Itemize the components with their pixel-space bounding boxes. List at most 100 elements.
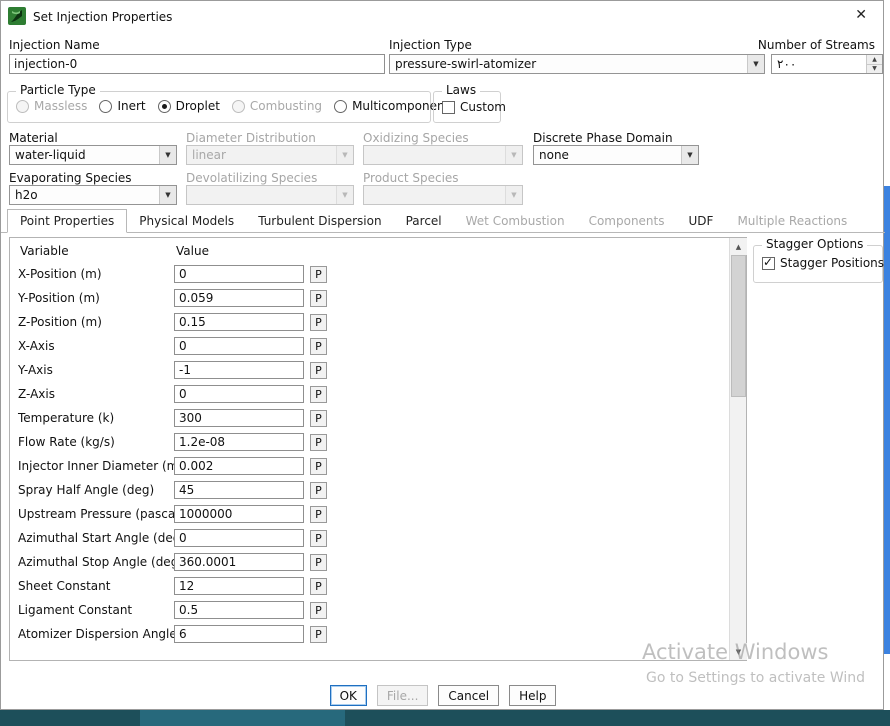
- scrollbar-thumb[interactable]: [731, 255, 746, 397]
- stagger-positions-checkbox[interactable]: ✓ Stagger Positions: [762, 255, 884, 270]
- tab-udf[interactable]: UDF: [677, 210, 726, 232]
- number-of-streams-label: Number of Streams: [757, 38, 875, 52]
- parameter-button[interactable]: P: [310, 529, 327, 547]
- variable-label: Y-Axis: [18, 363, 53, 377]
- stagger-options-group: Stagger Options ✓ Stagger Positions: [753, 237, 884, 283]
- laws-legend: Laws: [442, 83, 481, 97]
- value-input[interactable]: [174, 433, 304, 451]
- file-button: File...: [376, 685, 429, 706]
- number-of-streams-spinner[interactable]: ٢٠٠ ▲ ▼: [771, 54, 883, 74]
- value-input[interactable]: [174, 289, 304, 307]
- radio-label: Inert: [117, 99, 146, 113]
- tab-point-properties[interactable]: Point Properties: [7, 209, 128, 233]
- value-input[interactable]: [174, 577, 304, 595]
- discrete-phase-domain-value: none: [539, 148, 569, 162]
- parameter-button[interactable]: P: [310, 577, 327, 595]
- scroll-down-icon[interactable]: ▼: [730, 643, 747, 660]
- parameter-button[interactable]: P: [310, 481, 327, 499]
- close-icon[interactable]: ✕: [855, 8, 867, 22]
- dialog-footer: OK File... Cancel Help: [1, 685, 885, 706]
- chevron-down-icon: ▼: [336, 186, 353, 204]
- parameter-button[interactable]: P: [310, 553, 327, 571]
- evaporating-species-value: h2o: [15, 188, 38, 202]
- table-row: Temperature (k) P: [10, 406, 728, 430]
- vertical-scrollbar[interactable]: ▲ ▼: [729, 238, 747, 660]
- table-row: Z-Axis P: [10, 382, 728, 406]
- radio-inert[interactable]: Inert: [99, 99, 146, 113]
- ok-button[interactable]: OK: [329, 685, 367, 706]
- radio-droplet[interactable]: Droplet: [157, 99, 220, 113]
- spin-down-icon[interactable]: ▼: [867, 64, 882, 73]
- value-input[interactable]: [174, 505, 304, 523]
- radio-combusting[interactable]: Combusting: [231, 99, 322, 113]
- help-button[interactable]: Help: [509, 685, 557, 706]
- value-input[interactable]: [174, 337, 304, 355]
- material-select[interactable]: water-liquid ▼: [9, 145, 177, 165]
- evaporating-species-select[interactable]: h2o ▼: [9, 185, 177, 205]
- value-input[interactable]: [174, 529, 304, 547]
- value-input[interactable]: [174, 409, 304, 427]
- value-input[interactable]: [174, 265, 304, 283]
- material-label: Material: [9, 131, 58, 145]
- scroll-up-icon[interactable]: ▲: [730, 238, 747, 255]
- tab-parcel[interactable]: Parcel: [394, 210, 454, 232]
- variable-label: Azimuthal Stop Angle (deg): [18, 555, 183, 569]
- diameter-distribution-value: linear: [192, 148, 226, 162]
- set-injection-properties-dialog: Set Injection Properties ✕ Injection Nam…: [0, 0, 885, 710]
- radio-icon: [334, 99, 348, 113]
- discrete-phase-domain-select[interactable]: none ▼: [533, 145, 699, 165]
- tab-multiple-reactions: Multiple Reactions: [737, 214, 848, 228]
- table-row: Z-Position (m) P: [10, 310, 728, 334]
- parameter-button[interactable]: P: [310, 265, 327, 283]
- parameter-button[interactable]: P: [310, 625, 327, 643]
- value-input[interactable]: [174, 481, 304, 499]
- particle-type-radios: Massless Inert Droplet Combusting Multic…: [16, 99, 449, 113]
- parameter-button[interactable]: P: [310, 361, 327, 379]
- parameter-button[interactable]: P: [310, 433, 327, 451]
- parameter-button[interactable]: P: [310, 601, 327, 619]
- value-column-header: Value: [176, 244, 209, 258]
- injection-name-input[interactable]: [9, 54, 385, 74]
- table-row: X-Position (m) P: [10, 262, 728, 286]
- fluent-icon: [8, 7, 26, 25]
- table-row: Atomizer Dispersion Angle P: [10, 622, 728, 646]
- cancel-button[interactable]: Cancel: [438, 685, 500, 706]
- variable-label: Injector Inner Diameter (m): [18, 459, 184, 473]
- oxidizing-species-label: Oxidizing Species: [363, 131, 469, 145]
- parameter-button[interactable]: P: [310, 313, 327, 331]
- variable-label: X-Position (m): [18, 267, 102, 281]
- injection-type-select[interactable]: pressure-swirl-atomizer ▼: [389, 54, 765, 74]
- table-row: Azimuthal Start Angle (deg) P: [10, 526, 728, 550]
- radio-massless[interactable]: Massless: [16, 99, 87, 113]
- value-input[interactable]: [174, 601, 304, 619]
- parameter-button[interactable]: P: [310, 385, 327, 403]
- point-properties-panel: Variable Value X-Position (m) P Y-Positi…: [9, 237, 747, 661]
- parameter-button[interactable]: P: [310, 457, 327, 475]
- value-input[interactable]: [174, 385, 304, 403]
- diameter-distribution-label: Diameter Distribution: [186, 131, 316, 145]
- injection-type-label: Injection Type: [389, 38, 472, 52]
- value-input[interactable]: [174, 457, 304, 475]
- background-app-strip: [883, 186, 890, 654]
- table-row: Flow Rate (kg/s) P: [10, 430, 728, 454]
- spin-up-icon[interactable]: ▲: [867, 55, 882, 65]
- value-input[interactable]: [174, 553, 304, 571]
- chevron-down-icon: ▼: [336, 146, 353, 164]
- parameter-button[interactable]: P: [310, 409, 327, 427]
- custom-checkbox[interactable]: Custom: [442, 100, 506, 114]
- value-input[interactable]: [174, 313, 304, 331]
- devolatilizing-species-label: Devolatilizing Species: [186, 171, 318, 185]
- radio-multicomponent[interactable]: Multicomponent: [334, 99, 449, 113]
- parameter-button[interactable]: P: [310, 505, 327, 523]
- table-row: Sheet Constant P: [10, 574, 728, 598]
- parameter-button[interactable]: P: [310, 337, 327, 355]
- particle-type-group: Particle Type Massless Inert Droplet Com…: [7, 83, 449, 123]
- tab-physical-models[interactable]: Physical Models: [127, 210, 246, 232]
- parameter-button[interactable]: P: [310, 289, 327, 307]
- value-input[interactable]: [174, 625, 304, 643]
- variable-label: Flow Rate (kg/s): [18, 435, 115, 449]
- tab-turbulent-dispersion[interactable]: Turbulent Dispersion: [246, 210, 393, 232]
- value-input[interactable]: [174, 361, 304, 379]
- chevron-down-icon: ▼: [747, 55, 764, 73]
- table-row: Spray Half Angle (deg) P: [10, 478, 728, 502]
